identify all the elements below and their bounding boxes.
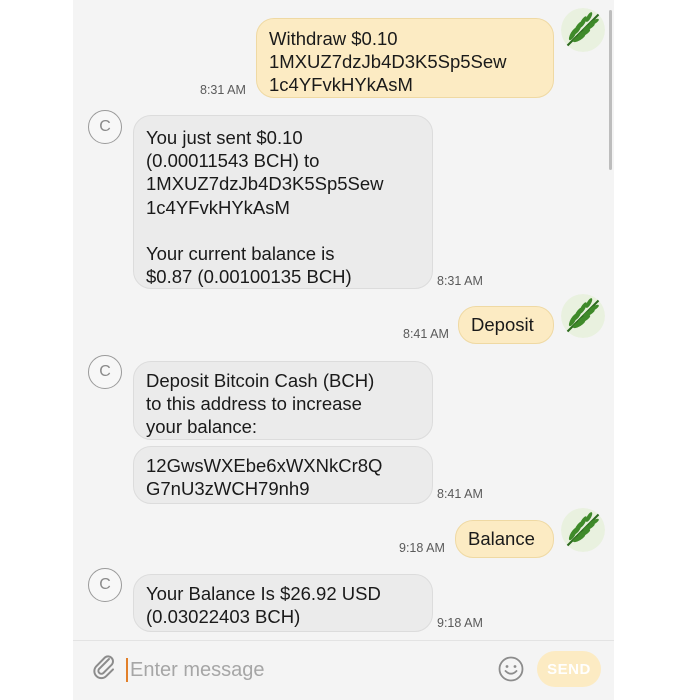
- message-input[interactable]: [130, 655, 470, 685]
- bot-avatar: C: [88, 355, 122, 389]
- message-timestamp: 9:18 AM: [399, 541, 445, 555]
- incoming-message-bubble[interactable]: Your Balance Is $26.92 USD (0.03022403 B…: [133, 574, 433, 632]
- scrollbar[interactable]: [609, 10, 612, 170]
- bot-avatar: C: [88, 110, 122, 144]
- message-timestamp: 8:31 AM: [200, 83, 246, 97]
- user-avatar[interactable]: [561, 294, 605, 338]
- paperclip-icon[interactable]: [90, 652, 118, 680]
- smiley-icon[interactable]: [497, 655, 525, 683]
- message-timestamp: 8:41 AM: [437, 487, 483, 501]
- user-avatar[interactable]: [561, 8, 605, 52]
- text-cursor: [126, 658, 128, 682]
- fern-leaf-icon: [561, 508, 605, 552]
- outgoing-message-bubble[interactable]: Withdraw $0.10 1MXUZ7dzJb4D3K5Sp5Sew 1c4…: [256, 18, 554, 98]
- message-timestamp: 8:31 AM: [437, 274, 483, 288]
- outgoing-message-bubble[interactable]: Balance: [455, 520, 554, 558]
- bot-avatar: C: [88, 568, 122, 602]
- incoming-message-bubble[interactable]: You just sent $0.10 (0.00011543 BCH) to …: [133, 115, 433, 289]
- fern-leaf-icon: [561, 294, 605, 338]
- message-timestamp: 8:41 AM: [403, 327, 449, 341]
- send-button[interactable]: SEND: [537, 651, 601, 687]
- incoming-message-bubble[interactable]: Deposit Bitcoin Cash (BCH) to this addre…: [133, 361, 433, 440]
- incoming-message-bubble[interactable]: 12GwsWXEbe6xWXNkCr8Q G7nU3zWCH79nh9: [133, 446, 433, 504]
- outgoing-message-bubble[interactable]: Deposit: [458, 306, 554, 344]
- user-avatar[interactable]: [561, 508, 605, 552]
- message-timestamp: 9:18 AM: [437, 616, 483, 630]
- fern-leaf-icon: [561, 8, 605, 52]
